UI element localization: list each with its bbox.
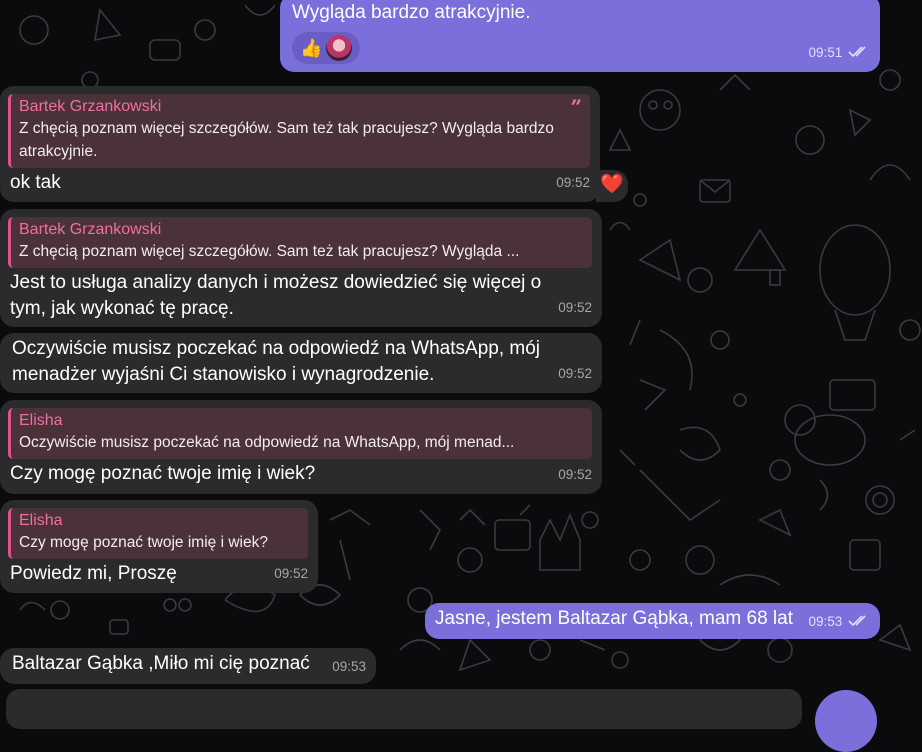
reply-quote[interactable]: Elisha Oczywiście musisz poczekać na odp… [8, 408, 592, 459]
reply-author: Bartek Grzankowski [19, 98, 162, 115]
reply-text: Z chęcią poznam więcej szczegółów. Sam t… [19, 243, 520, 260]
reply-text: Oczywiście musisz poczekać na odpowiedź … [19, 434, 515, 451]
heart-emoji: ❤️ [600, 174, 624, 195]
reply-author: Elisha [19, 412, 63, 429]
avatar [326, 35, 353, 61]
reply-quote[interactable]: Elisha Czy mogę poznać twoje imię i wiek… [8, 508, 308, 559]
time-label: 09:51 [808, 45, 843, 60]
reactions-badge[interactable]: 👍 [292, 32, 361, 64]
send-button[interactable] [815, 690, 877, 752]
message-bubble-outgoing[interactable]: Jasne, jestem Baltazar Gąbka, mam 68 lat… [425, 603, 880, 639]
time-label: 09:53 [808, 614, 843, 629]
message-time: 09:53 [808, 609, 870, 635]
message-bubble-incoming[interactable]: Elisha Oczywiście musisz poczekać na odp… [0, 400, 602, 494]
message-bubble-outgoing[interactable]: Wygląda bardzo atrakcyjnie. 👍 09:51 [280, 0, 880, 72]
reply-quote[interactable]: ” Bartek Grzankowski Z chęcią poznam wię… [8, 94, 590, 168]
message-time: 09:52 [556, 175, 590, 190]
message-text: Czy mogę poznać twoje imię i wiek? [10, 463, 316, 484]
message-bubble-incoming[interactable]: Elisha Czy mogę poznać twoje imię i wiek… [0, 500, 318, 593]
message-time: 09:51 [808, 40, 870, 66]
message-input[interactable] [6, 689, 802, 729]
reply-quote[interactable]: Bartek Grzankowski Z chęcią poznam więce… [8, 217, 592, 268]
message-time: 09:53 [332, 659, 366, 674]
message-text: Wygląda bardzo atrakcyjnie. [292, 2, 531, 23]
read-checkmarks-icon [848, 46, 866, 58]
message-bubble-incoming[interactable]: Bartek Grzankowski Z chęcią poznam więce… [0, 209, 602, 327]
message-time: 09:52 [274, 566, 308, 581]
message-text: Jasne, jestem Baltazar Gąbka, mam 68 lat [435, 608, 793, 629]
reply-text: Z chęcią poznam więcej szczegółów. Sam t… [19, 120, 554, 160]
message-text: Baltazar Gąbka ,Miło mi cię poznać [12, 653, 310, 674]
message-text: Powiedz mi, Proszę [10, 563, 177, 584]
message-time: 09:52 [558, 366, 592, 381]
message-time: 09:52 [558, 467, 592, 482]
read-checkmarks-icon [848, 615, 866, 627]
message-bubble-incoming[interactable]: ” Bartek Grzankowski Z chęcią poznam wię… [0, 86, 600, 202]
message-text: ok tak [10, 172, 61, 193]
message-bubble-incoming[interactable]: Oczywiście musisz poczekać na odpowiedź … [0, 333, 602, 393]
message-text: Oczywiście musisz poczekać na odpowiedź … [12, 338, 541, 385]
reply-text: Czy mogę poznać twoje imię i wiek? [19, 534, 268, 551]
thumbs-up-emoji: 👍 [300, 38, 323, 58]
quote-icon: ” [570, 95, 582, 119]
reply-author: Elisha [19, 512, 63, 529]
message-bubble-incoming[interactable]: Baltazar Gąbka ,Miło mi cię poznać 09:53 [0, 648, 376, 684]
message-time: 09:52 [558, 300, 592, 315]
reply-author: Bartek Grzankowski [19, 221, 162, 238]
message-text: Jest to usługa analizy danych i możesz d… [10, 272, 542, 319]
